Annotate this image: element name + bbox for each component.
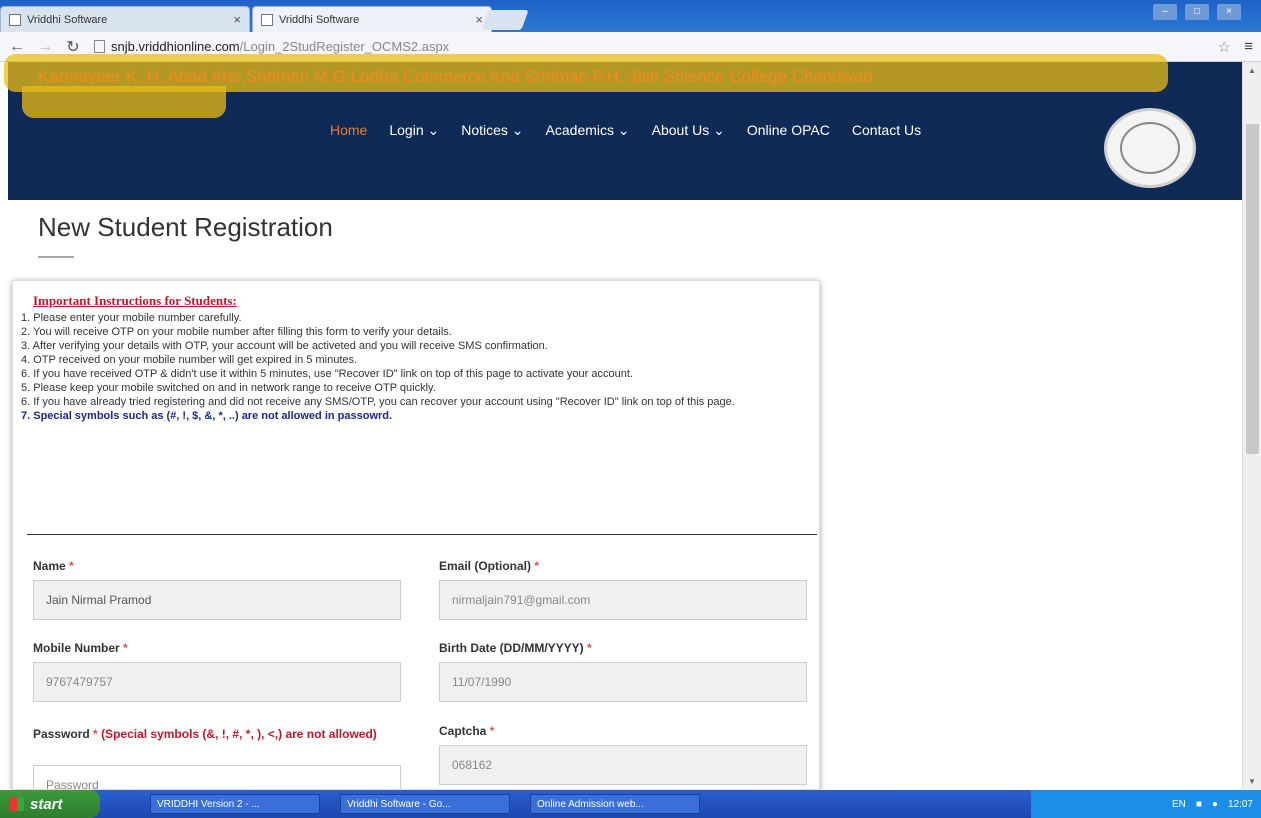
name-input[interactable]: Jain Nirmal Pramod bbox=[33, 580, 401, 620]
page-favicon-icon bbox=[261, 13, 273, 26]
password-label-text: Password bbox=[33, 727, 90, 741]
nav-online-opac[interactable]: Online OPAC bbox=[747, 122, 830, 139]
page-icon bbox=[94, 40, 105, 53]
minimize-icon[interactable]: – bbox=[1153, 4, 1177, 20]
page-favicon-icon bbox=[9, 13, 21, 26]
birth-date-label-text: Birth Date (DD/MM/YYYY) bbox=[439, 641, 584, 655]
required-mark: * bbox=[587, 641, 592, 655]
tab-label: Vriddhi Software bbox=[279, 13, 360, 26]
nav-academics[interactable]: Academics ⌄ bbox=[546, 122, 630, 139]
windows-taskbar: start VRIDDHI Version 2 - ... Vriddhi So… bbox=[0, 790, 1261, 818]
browser-menu-icon[interactable]: ≡ bbox=[1244, 38, 1253, 55]
bookmark-star-icon[interactable]: ☆ bbox=[1218, 38, 1231, 56]
back-arrow-icon[interactable]: ← bbox=[6, 38, 28, 56]
captcha-image: 068162 bbox=[439, 745, 807, 785]
password-warning: (Special symbols (&, !, #, *, ), <,) are… bbox=[101, 727, 377, 741]
browser-tab[interactable]: Vriddhi Software × bbox=[0, 6, 250, 32]
instruction-item: 4. OTP received on your mobile number wi… bbox=[21, 354, 358, 366]
instruction-item: 1. Please enter your mobile number caref… bbox=[21, 312, 242, 324]
password-label: Password * (Special symbols (&, !, #, *,… bbox=[33, 724, 393, 744]
taskbar-item[interactable]: Vriddhi Software - Go... bbox=[340, 794, 510, 814]
tray-icon[interactable]: ● bbox=[1212, 799, 1218, 810]
close-tab-icon[interactable]: × bbox=[233, 12, 241, 27]
birth-date-label: Birth Date (DD/MM/YYYY) * bbox=[439, 641, 592, 655]
new-tab-button[interactable] bbox=[481, 10, 529, 30]
highlight-marker bbox=[22, 86, 226, 118]
language-indicator[interactable]: EN bbox=[1172, 799, 1186, 810]
mobile-input[interactable]: 9767479757 bbox=[33, 662, 401, 702]
clock: 12:07 bbox=[1227, 798, 1253, 810]
college-name: Karmaveer K. H. Abad Arts,Shriman M.G.Lo… bbox=[38, 67, 873, 86]
scroll-down-icon[interactable]: ▼ bbox=[1248, 777, 1256, 786]
close-window-icon[interactable]: × bbox=[1217, 4, 1241, 20]
main-nav: Home Login ⌄ Notices ⌄ Academics ⌄ About… bbox=[330, 122, 921, 139]
url-host: snjb.vriddhionline.com bbox=[111, 39, 240, 54]
instruction-item: 6. If you have already tried registering… bbox=[21, 396, 735, 408]
instruction-item: 2. You will receive OTP on your mobile n… bbox=[21, 326, 452, 338]
email-label: Email (Optional) * bbox=[439, 559, 539, 573]
window-controls: – □ × bbox=[1153, 4, 1241, 20]
url-field[interactable]: snjb.vriddhionline.com /Login_2StudRegis… bbox=[94, 39, 449, 54]
password-input[interactable]: Password bbox=[33, 765, 401, 789]
required-mark: * bbox=[123, 641, 128, 655]
instruction-item: 5. Please keep your mobile switched on a… bbox=[21, 382, 436, 394]
required-mark: * bbox=[69, 559, 74, 573]
page-title: New Student Registration bbox=[38, 212, 333, 242]
instruction-item: 6. If you have received OTP & didn't use… bbox=[21, 368, 633, 380]
required-mark: * bbox=[489, 724, 495, 738]
browser-tab-bar: Vriddhi Software × Vriddhi Software × – … bbox=[0, 0, 1261, 32]
title-underline bbox=[38, 256, 74, 258]
taskbar-item[interactable]: Online Admission web... bbox=[530, 794, 700, 814]
maximize-icon[interactable]: □ bbox=[1185, 4, 1209, 20]
close-tab-icon[interactable]: × bbox=[475, 12, 483, 27]
start-label: start bbox=[30, 795, 63, 813]
nav-about-us[interactable]: About Us ⌄ bbox=[652, 122, 725, 139]
instructions-title: Important Instructions for Students: bbox=[33, 293, 237, 308]
mobile-label-text: Mobile Number bbox=[33, 641, 120, 655]
nav-home[interactable]: Home bbox=[330, 122, 367, 139]
name-label: Name * bbox=[33, 559, 74, 573]
instructions-list: 1. Please enter your mobile number caref… bbox=[21, 311, 811, 423]
windows-logo-icon bbox=[10, 797, 24, 811]
mobile-label: Mobile Number * bbox=[33, 641, 128, 655]
tab-label: Vriddhi Software bbox=[27, 13, 108, 26]
page-scrollbar[interactable]: ▲ ▼ bbox=[1242, 62, 1261, 790]
nav-notices[interactable]: Notices ⌄ bbox=[461, 122, 523, 139]
start-button[interactable]: start bbox=[0, 790, 100, 818]
scrollbar-thumb[interactable] bbox=[1246, 124, 1259, 454]
captcha-label: Captcha * bbox=[439, 724, 494, 738]
registration-card: Important Instructions for Students: 1. … bbox=[12, 280, 820, 790]
scroll-up-icon[interactable]: ▲ bbox=[1248, 66, 1256, 75]
divider bbox=[27, 534, 817, 535]
nav-contact-us[interactable]: Contact Us bbox=[852, 122, 921, 139]
email-label-text: Email (Optional) bbox=[439, 559, 532, 573]
required-mark: * bbox=[93, 727, 98, 741]
taskbar-item[interactable]: VRIDDHI Version 2 - ... bbox=[150, 794, 320, 814]
required-mark: * bbox=[534, 559, 540, 573]
college-logo bbox=[1104, 108, 1196, 188]
tray-icon[interactable]: ■ bbox=[1196, 799, 1202, 810]
instruction-item: 7. Special symbols such as (#, !, $, &, … bbox=[21, 410, 393, 422]
forward-arrow-icon[interactable]: → bbox=[34, 38, 56, 56]
system-tray: EN ■ ● 12:07 bbox=[1031, 790, 1261, 818]
email-input[interactable]: nirmaljain791@gmail.com bbox=[439, 580, 807, 620]
captcha-label-text: Captcha bbox=[439, 724, 487, 738]
nav-login[interactable]: Login ⌄ bbox=[389, 122, 439, 139]
url-path: /Login_2StudRegister_OCMS2.aspx bbox=[239, 39, 450, 54]
instruction-item: 3. After verifying your details with OTP… bbox=[21, 340, 548, 352]
name-label-text: Name bbox=[33, 559, 66, 573]
browser-tab-active[interactable]: Vriddhi Software × bbox=[252, 6, 492, 32]
seal-emblem bbox=[1120, 122, 1180, 174]
birth-date-input[interactable]: 11/07/1990 bbox=[439, 662, 807, 702]
